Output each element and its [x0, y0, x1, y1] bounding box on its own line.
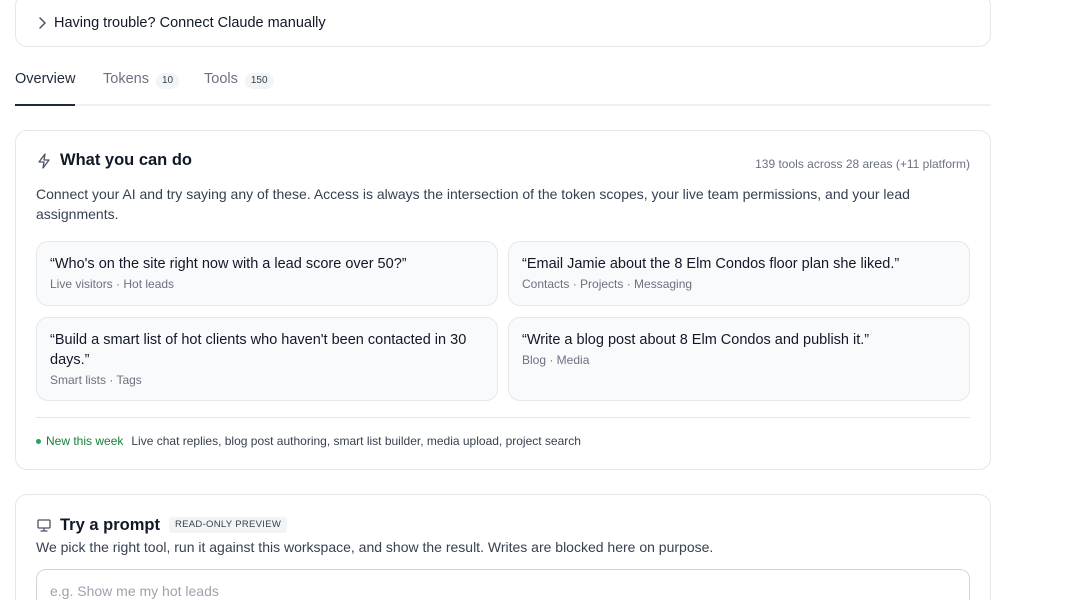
example-prompt-card[interactable]: “Write a blog post about 8 Elm Condos an…: [508, 317, 970, 401]
tab-overview[interactable]: Overview: [15, 71, 76, 106]
connect-manually-disclosure[interactable]: Having trouble? Connect Claude manually: [15, 0, 991, 47]
read-only-badge: READ-ONLY PREVIEW: [169, 517, 288, 533]
tab-overview-label: Overview: [15, 71, 76, 87]
example-prompt-card[interactable]: “Build a smart list of hot clients who h…: [36, 317, 498, 401]
chevron-right-icon: [39, 17, 46, 29]
try-prompt-title: Try a prompt: [60, 516, 160, 534]
capabilities-card: What you can do 139 tools across 28 area…: [15, 130, 991, 470]
example-prompt-tags: Live visitors · Hot leads: [50, 277, 175, 291]
capabilities-description: Connect your AI and try saying any of th…: [36, 186, 910, 222]
example-prompt-tags: Contacts · Projects · Messaging: [522, 277, 693, 291]
try-prompt-card: Try a prompt READ-ONLY PREVIEW We pick t…: [15, 494, 991, 600]
example-prompt-card[interactable]: “Email Jamie about the 8 Elm Condos floo…: [508, 241, 970, 306]
example-prompt-tags: Smart lists · Tags: [50, 373, 142, 387]
tab-tools-count: 150: [244, 73, 274, 89]
example-prompt-text: “Who's on the site right now with a lead…: [50, 256, 407, 272]
example-prompt-text: “Write a blog post about 8 Elm Condos an…: [522, 332, 870, 348]
example-prompt-tags: Blog · Media: [522, 353, 590, 367]
monitor-icon: [37, 519, 51, 532]
new-this-week-label: New this week: [46, 434, 124, 448]
tools-summary: 139 tools across 28 areas (+11 platform): [755, 157, 970, 171]
new-this-week-items: Live chat replies, blog post authoring, …: [131, 434, 581, 448]
lightning-bolt-icon: [38, 153, 50, 169]
divider: [36, 417, 970, 418]
tab-bar: Overview Tokens 10 Tools 150: [15, 62, 991, 106]
new-indicator-dot: [36, 438, 41, 444]
try-prompt-description: We pick the right tool, run it against t…: [36, 539, 714, 555]
capabilities-title: What you can do: [60, 151, 192, 169]
connect-manually-label: Having trouble? Connect Claude manually: [54, 15, 326, 31]
tab-tokens-label: Tokens: [103, 71, 149, 87]
tab-tokens-count: 10: [155, 73, 180, 89]
example-prompt-text: “Build a smart list of hot clients who h…: [50, 332, 467, 368]
tab-tokens[interactable]: Tokens 10: [103, 71, 180, 106]
new-this-week: New this week Live chat replies, blog po…: [36, 434, 581, 448]
tab-tools-label: Tools: [204, 71, 238, 87]
example-prompt-text: “Email Jamie about the 8 Elm Condos floo…: [522, 256, 900, 272]
example-prompt-card[interactable]: “Who's on the site right now with a lead…: [36, 241, 498, 306]
prompt-input[interactable]: [36, 569, 970, 600]
tab-tools[interactable]: Tools 150: [204, 71, 274, 106]
